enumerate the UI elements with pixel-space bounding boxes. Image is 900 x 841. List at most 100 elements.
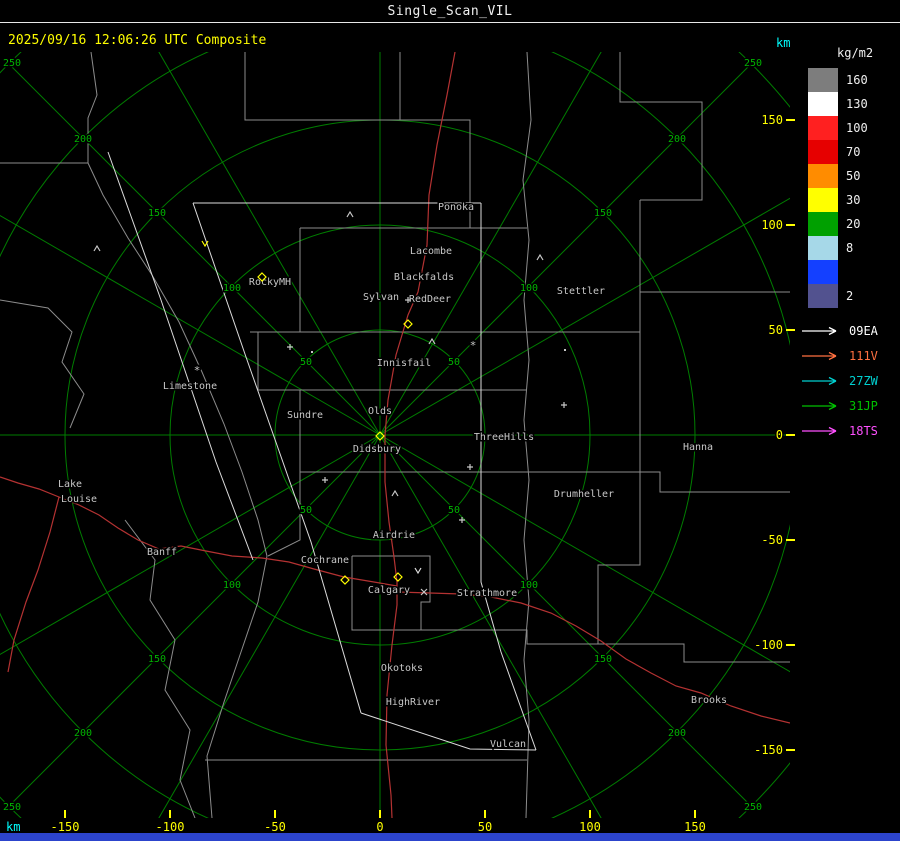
vil-scale-value: 20 [846, 217, 861, 231]
city-label-banff: Banff [147, 547, 177, 558]
vil-scale-swatch [808, 92, 838, 116]
city-label-hanna: Hanna [683, 442, 713, 453]
vil-scale-value: 2 [846, 289, 854, 303]
city-label-rockymh: RockyMH [249, 277, 291, 288]
vil-scale-swatch [808, 236, 838, 260]
vil-scale-value: 30 [846, 193, 861, 207]
vil-scale-swatch [808, 68, 838, 92]
map-marker-dot [311, 351, 313, 353]
bottom-axis-tick [694, 810, 696, 818]
right-axis-tick [786, 539, 795, 541]
map-marker-plus [459, 517, 465, 523]
right-axis-label: 0 [776, 428, 783, 442]
vil-scale-value: 8 [846, 241, 854, 255]
bottom-axis-label: 50 [478, 820, 492, 834]
range-ring-label: 250 [744, 58, 762, 69]
vil-scale-swatch [808, 116, 838, 140]
right-axis-label: -50 [761, 533, 783, 547]
right-axis-unit-label: km [776, 36, 791, 50]
radar-site-id: 27ZW [849, 373, 878, 388]
bottom-status-bar [0, 833, 900, 841]
radar-map-canvas[interactable]: 50 5050 50100 100100 100150 150150 150200 20020… [0, 0, 900, 841]
range-ring-label: 150 [148, 654, 166, 665]
bottom-axis-tick [274, 810, 276, 818]
vil-scale-entry [808, 260, 868, 284]
map-marker-caret [391, 489, 399, 497]
vil-scale-value: 100 [846, 121, 868, 135]
city-label-limestone: Limestone [163, 381, 217, 392]
vil-scale-value: 50 [846, 169, 861, 183]
range-ring-label: 200 [668, 728, 686, 739]
radar-arrow-icon-31jp [802, 401, 837, 410]
city-label-cochrane: Cochrane [301, 555, 349, 566]
range-ring-label: 250 [744, 802, 762, 813]
scan-sector-outline [107, 151, 254, 561]
city-label-ponoka: Ponoka [438, 202, 474, 213]
range-ring-label: 200 [74, 728, 92, 739]
city-label-olds: Olds [368, 406, 392, 417]
radar-arrow-icon-18ts [802, 426, 837, 435]
vil-scale-swatch [808, 140, 838, 164]
range-ring-label: 50 [448, 505, 460, 516]
bottom-axis-label: -100 [156, 820, 185, 834]
legend-unit-label: kg/m2 [837, 46, 874, 60]
city-label-didsbury: Didsbury [353, 444, 401, 455]
map-marker-plus [287, 344, 293, 350]
map-marker-plus [561, 402, 567, 408]
city-label-stettler: Stettler [557, 286, 605, 297]
radar-site-entry: 09EA [800, 318, 878, 343]
bottom-axis-label: -50 [264, 820, 286, 834]
city-label-threehills: ThreeHills [474, 432, 534, 443]
range-ring-label: 50 [448, 357, 460, 368]
legend-panel: kg/m2 160 130 100 70 50 30 20 8 2 09EA 111V 27ZW 31… [795, 0, 900, 841]
city-label-vulcan: Vulcan [490, 739, 526, 750]
bottom-axis-tick [169, 810, 171, 818]
range-ring-label: 100 [223, 283, 241, 294]
azimuth-spoke [8, 63, 381, 436]
range-ring-label: 100 [520, 580, 538, 591]
city-label-okotoks: Okotoks [381, 663, 423, 674]
vil-scale-entry: 8 [808, 236, 868, 260]
azimuth-spoke [158, 434, 381, 818]
vil-scale-entry: 130 [808, 92, 868, 116]
radar-site-id: 111V [849, 348, 878, 363]
right-axis-tick [786, 119, 795, 121]
radar-arrow-icon-09ea [802, 326, 837, 335]
vil-scale-value: 70 [846, 145, 861, 159]
bottom-axis-label: 0 [376, 820, 383, 834]
bottom-axis-tick [379, 810, 381, 818]
vil-scale-swatch [808, 212, 838, 236]
bottom-axis-unit-label: km [6, 820, 21, 834]
map-marker-caret [93, 244, 101, 252]
map-marker-caret [346, 210, 354, 218]
right-axis-label: 50 [769, 323, 783, 337]
city-label-lacombe: Lacombe [410, 246, 452, 257]
city-label-highriver: HighRiver [386, 697, 440, 708]
range-ring-label: 100 [520, 283, 538, 294]
bottom-axis-label: 100 [579, 820, 601, 834]
range-ring-label: 50 [300, 505, 312, 516]
map-marker-diamond [393, 572, 403, 582]
radar-site-entry: 27ZW [800, 368, 878, 393]
map-marker-caret [536, 253, 544, 261]
radar-site-entry: 18TS [800, 418, 878, 443]
right-axis-tick [786, 644, 795, 646]
radar-site-legend: 09EA 111V 27ZW 31JP 18TS [800, 318, 878, 443]
vil-scale-swatch [808, 164, 838, 188]
bottom-axis-tick [484, 810, 486, 818]
city-label-brooks: Brooks [691, 695, 727, 706]
city-label-blackfalds: Blackfalds [394, 272, 454, 283]
right-axis-label: -100 [754, 638, 783, 652]
city-label-lake: Lake [58, 479, 82, 490]
city-label-sylvan: Sylvan [363, 292, 399, 303]
city-label-calgary: Calgary [368, 585, 410, 596]
azimuth-spoke [0, 215, 381, 436]
radar-site-id: 31JP [849, 398, 878, 413]
county-boundary [0, 299, 85, 429]
city-label-strathmore: Strathmore [457, 588, 517, 599]
scan-timestamp: 2025/09/16 12:06:26 UTC Composite [8, 33, 267, 48]
radar-site-entry: 31JP [800, 393, 878, 418]
right-axis-tick [786, 224, 795, 226]
vil-scale-entry: 160 [808, 68, 868, 92]
county-boundary [597, 480, 641, 644]
